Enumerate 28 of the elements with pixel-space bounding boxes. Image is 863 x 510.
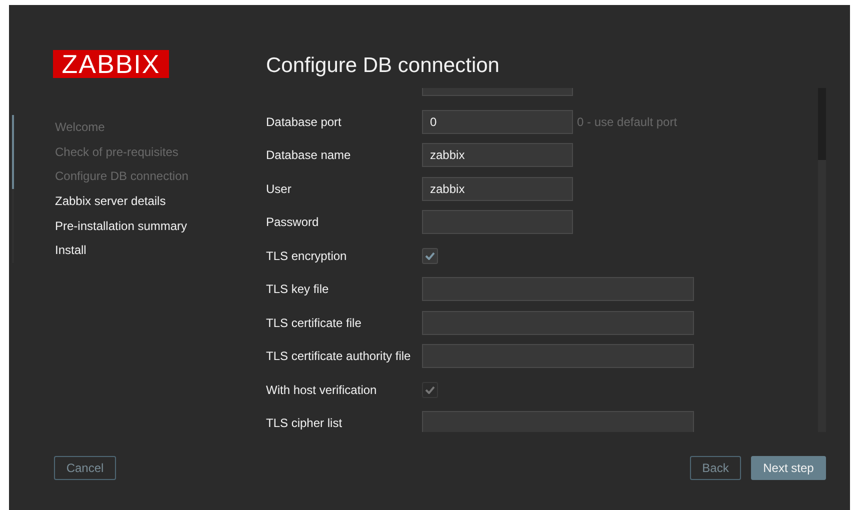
check-icon (425, 252, 435, 260)
step-item: Check of pre-requisites (55, 144, 180, 161)
step-item: Configure DB connection (55, 168, 188, 186)
field-label: TLS encryption (266, 248, 348, 265)
input-field[interactable]: zabbix (422, 176, 573, 201)
field-label: TLS key file (266, 281, 330, 298)
field-label: With host verification (266, 382, 378, 399)
step-item: Welcome (55, 119, 106, 136)
field-label: TLS certificate authority file (266, 348, 412, 366)
field-label: User (266, 180, 292, 198)
check-icon (425, 386, 435, 394)
step-item: Install (55, 242, 88, 260)
page-title: Configure DB connection (266, 53, 500, 79)
checkbox[interactable] (422, 248, 438, 264)
field-label: Password (266, 214, 320, 232)
next-step-button[interactable]: Next step (751, 456, 826, 480)
field-label: TLS cipher list (266, 415, 344, 432)
input-field[interactable]: 0 (422, 110, 573, 134)
field-hint: 0 - use default port (577, 114, 678, 131)
step-item: Pre-installation summary (55, 218, 188, 235)
logo: ZABBIX (53, 50, 169, 78)
field-label: TLS certificate file (266, 314, 362, 332)
cancel-button[interactable]: Cancel (54, 456, 116, 480)
field-label: Database name (266, 147, 352, 164)
back-button[interactable]: Back (690, 456, 741, 480)
step-item: Zabbix server details (55, 193, 167, 210)
field-label: Database port (266, 114, 342, 131)
input-field[interactable]: zabbix (422, 143, 573, 168)
